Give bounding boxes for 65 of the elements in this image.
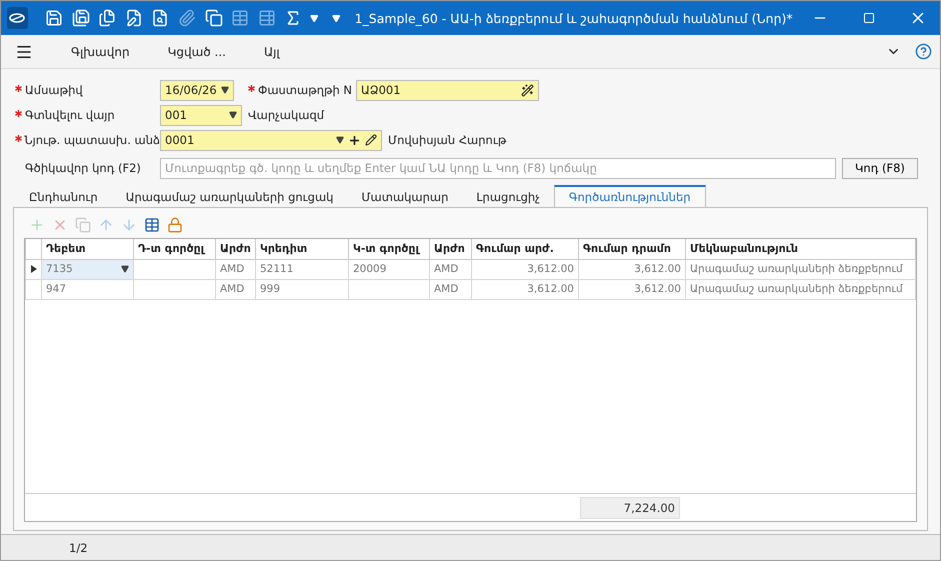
column-header[interactable]: Մեկնաբանություն (686, 239, 916, 259)
app-logo-icon (7, 7, 28, 29)
menu-item[interactable]: Գլխավոր (71, 44, 130, 58)
table-cell: 7135 (42, 259, 134, 279)
column-header[interactable]: Կրեդիտ (256, 239, 348, 259)
field-label: Գտնվելու վայր (15, 108, 160, 122)
field-note: Մովսիսյան Հարութ (388, 133, 506, 147)
table-cell: AMD (430, 259, 472, 279)
column-header[interactable]: Կ-տ գործըլ (348, 239, 430, 259)
copy-icon[interactable] (203, 7, 224, 29)
column-header[interactable]: Դեբետ (42, 239, 134, 259)
input-field[interactable]: ԱՁ001 (356, 80, 539, 100)
field-note: Վարչակազմ (248, 108, 324, 122)
input-field[interactable]: 0001 (160, 130, 382, 150)
menu-item[interactable]: Այլ (264, 44, 280, 58)
window-title: 1_Sample_60 - ԱԱ-ի ձեռքբերում և շահագործման հանձնում (Նոր)* (354, 10, 793, 26)
files-icon[interactable] (96, 7, 118, 29)
input-field[interactable]: 001 (160, 104, 242, 126)
field-label: Գծիկավոր կոդ (F2) (24, 161, 142, 175)
magic-wand-icon[interactable] (521, 84, 534, 96)
column-header[interactable]: Դ-տ գործըլ (134, 239, 216, 259)
field-label: Նյութ. պատասխ. անձ (15, 133, 160, 147)
table-cell: 20009 (348, 259, 430, 279)
required-icon (248, 85, 255, 92)
table-cell: AMD (430, 279, 472, 299)
dropdown-arrow-icon[interactable] (121, 265, 129, 273)
table-cell: 3,612.00 (472, 279, 578, 299)
column-header[interactable]: Գումար դրամո (578, 239, 686, 259)
table-cell: 3,612.00 (472, 259, 578, 279)
code-button[interactable]: Կոդ (F8) (842, 158, 918, 178)
table-cell: 52111 (256, 259, 348, 279)
column-header[interactable]: Արժո (216, 239, 256, 259)
help-icon[interactable] (915, 43, 932, 60)
tab[interactable]: Գործառնություններ (554, 185, 706, 207)
table-cell: 3,612.00 (578, 279, 686, 299)
table-cell: 3,612.00 (578, 259, 686, 279)
table-cell: AMD (216, 279, 256, 299)
required-icon (15, 110, 22, 117)
tab[interactable]: Մատակարար (347, 187, 462, 207)
table-cell: 999 (256, 279, 348, 299)
add-icon[interactable] (348, 134, 361, 146)
column-header[interactable]: Գումար արժ. (472, 239, 578, 259)
field-label: Ամսաթիվ (15, 83, 160, 97)
column-header[interactable]: Արժո (430, 239, 472, 259)
edit-icon[interactable] (365, 134, 377, 146)
save-all-icon[interactable] (70, 7, 91, 29)
required-icon (15, 135, 22, 142)
total-value: 7,224.00 (580, 496, 680, 518)
table-cell: Արագամաշ առարկաների ձեռքբերում (686, 259, 916, 279)
input-field[interactable]: 16/06/26 (160, 80, 234, 100)
maximize-icon[interactable] (863, 12, 876, 24)
menu-item[interactable]: Կցված ... (168, 44, 226, 58)
required-icon (15, 85, 22, 92)
dropdown-arrow-icon[interactable] (229, 111, 237, 119)
tab[interactable]: Ընդհանուր (15, 187, 112, 207)
table-cell: AMD (216, 259, 256, 279)
table-cell: 947 (42, 279, 134, 299)
field-label: Փաստաթղթի N (248, 83, 356, 97)
tab[interactable]: Արագամաշ առարկաների ցուցակ (112, 187, 348, 207)
tab[interactable]: Լրացուցիչ (462, 187, 554, 207)
dropdown-arrow-icon[interactable] (221, 86, 229, 94)
table-cell: Արագամաշ առարկաների ձեռքբերում (686, 279, 916, 299)
row-indicator-icon (30, 265, 36, 273)
dropdown-arrow-icon[interactable] (336, 136, 344, 144)
page-counter: 1/2 (69, 540, 88, 554)
